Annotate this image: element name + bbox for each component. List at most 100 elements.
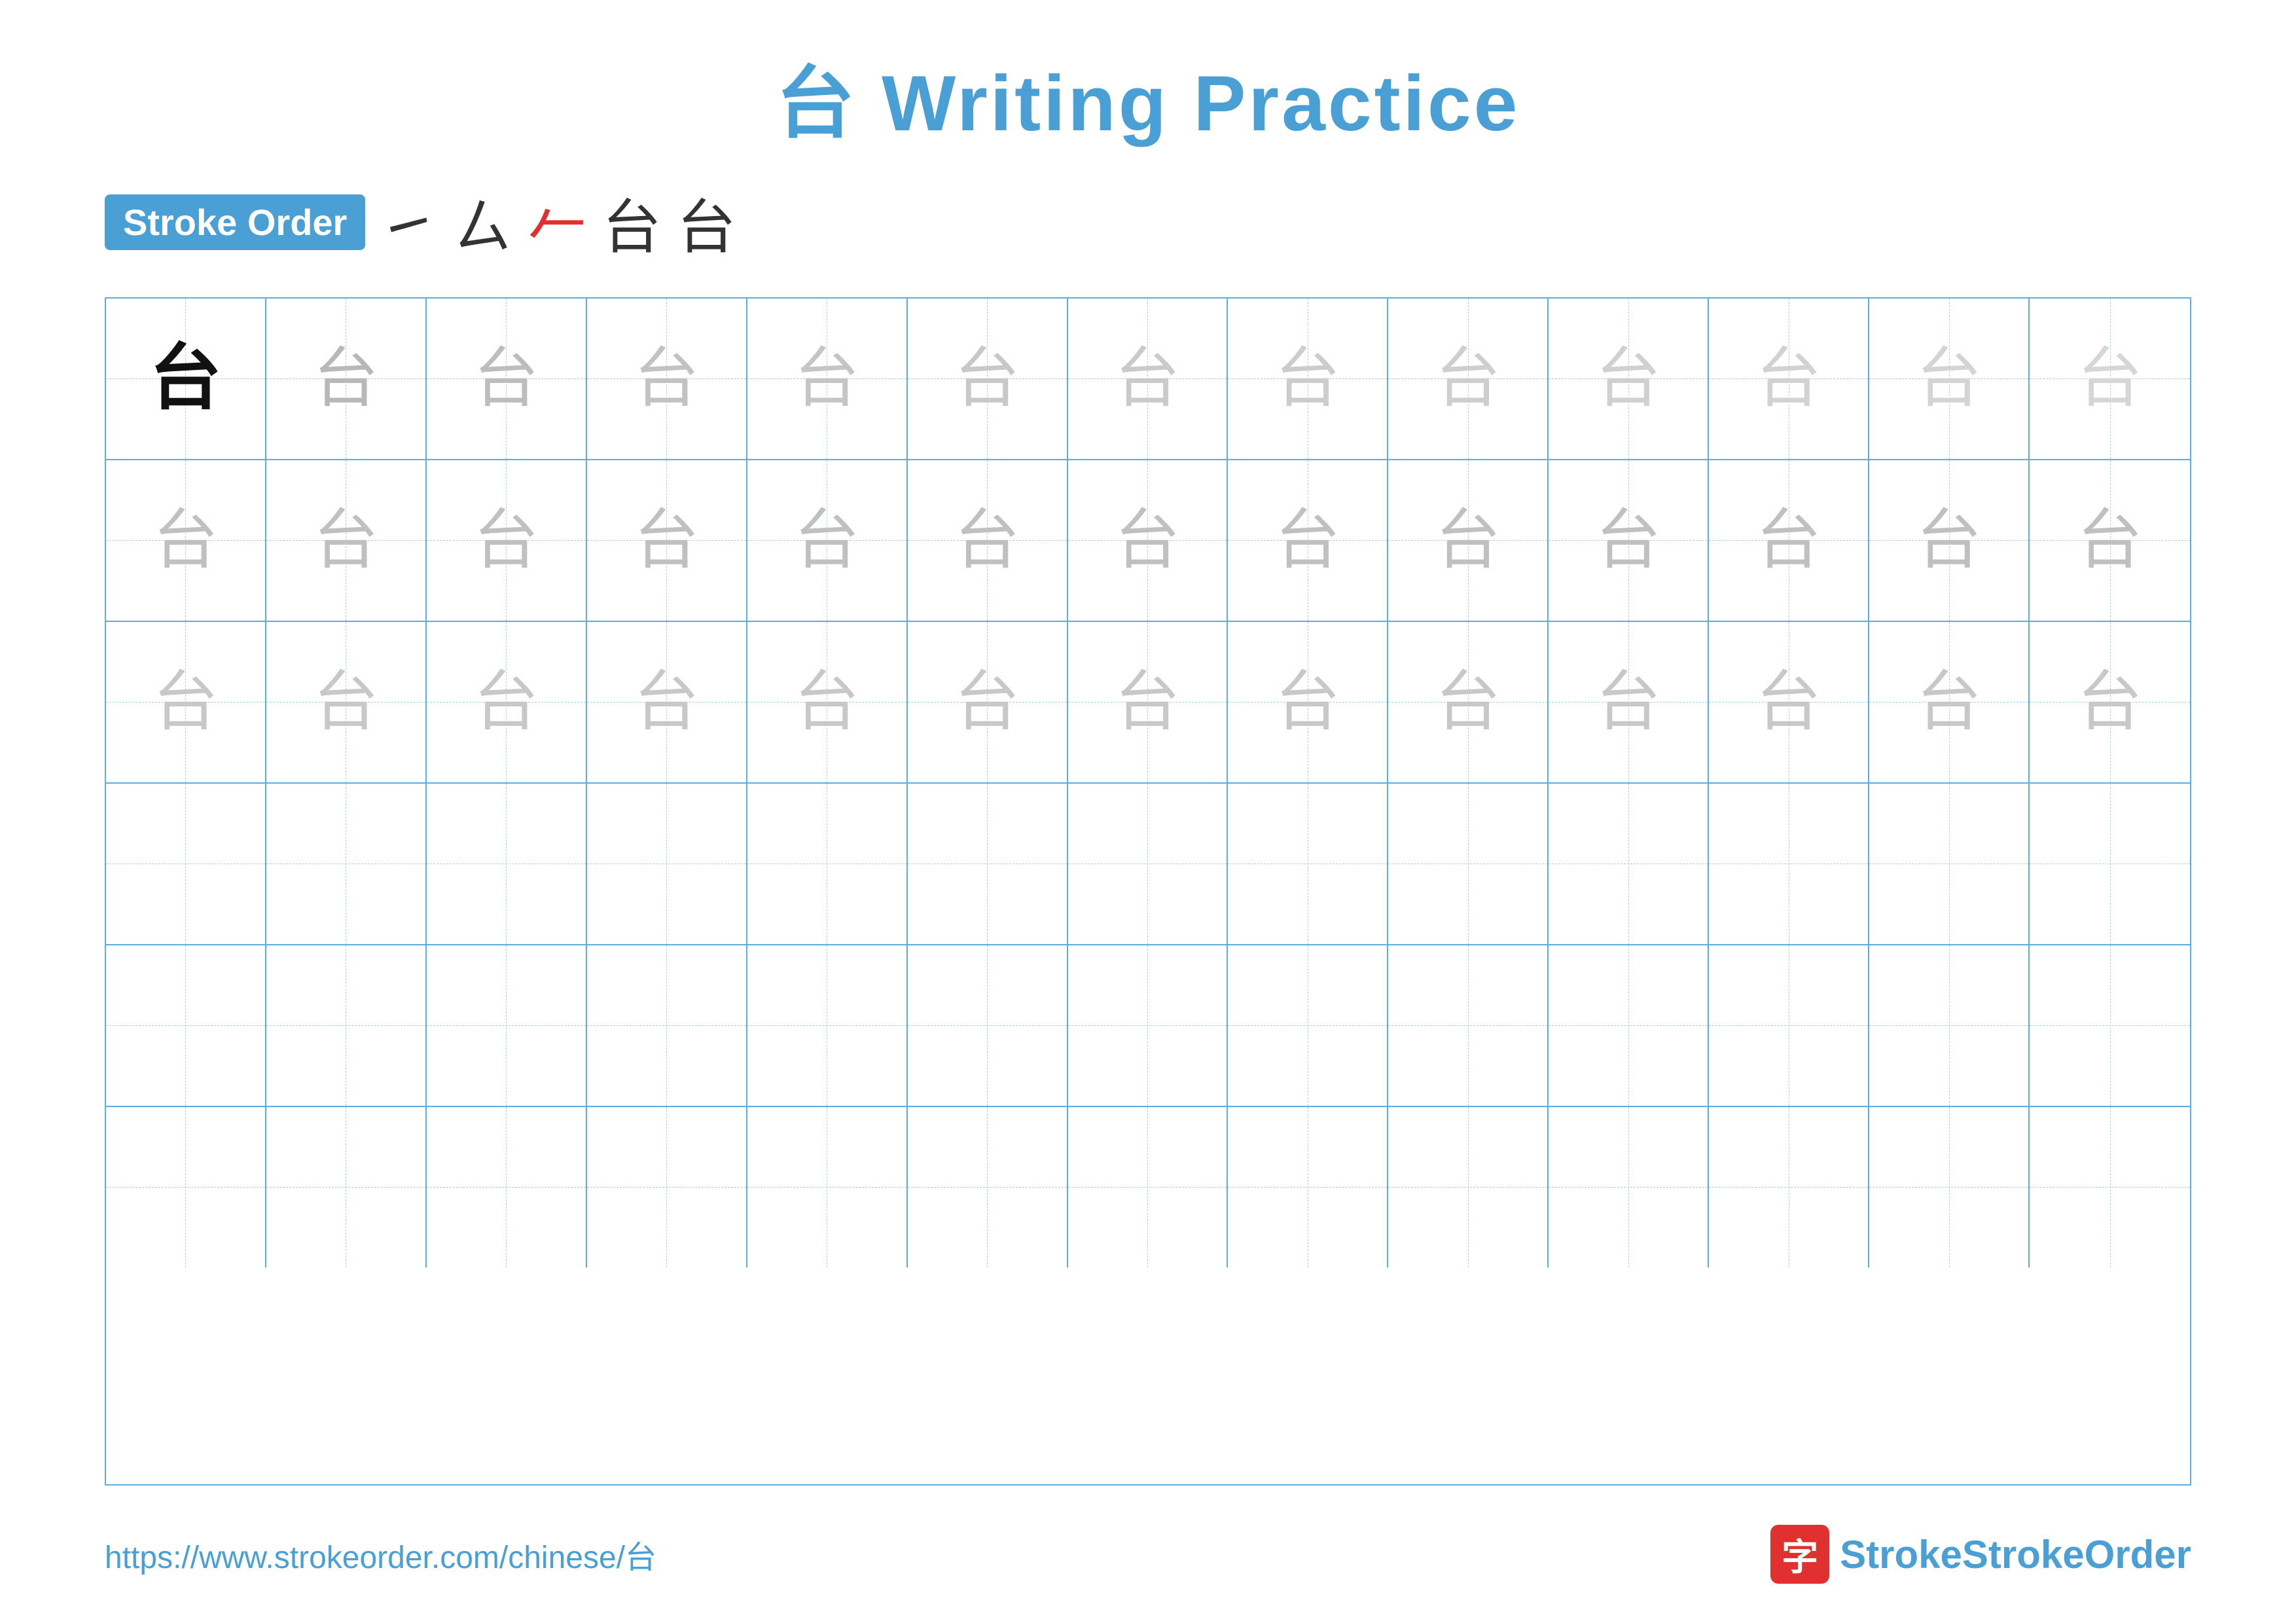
- page-title: 台 Writing Practice: [776, 39, 1520, 153]
- stroke-5: 台: [677, 179, 736, 264]
- grid-cell[interactable]: [1388, 784, 1549, 944]
- grid-cell[interactable]: 台: [747, 622, 908, 782]
- grid-cell[interactable]: [427, 784, 587, 944]
- grid-cell[interactable]: [1869, 784, 2030, 944]
- title-english: Writing Practice: [882, 60, 1520, 147]
- grid-cell[interactable]: [1228, 784, 1388, 944]
- grid-cell[interactable]: 台: [1228, 460, 1388, 621]
- grid-cell[interactable]: [908, 784, 1068, 944]
- grid-cell[interactable]: 台: [2030, 299, 2190, 459]
- grid-cell[interactable]: [427, 945, 587, 1106]
- grid-cell[interactable]: 台: [908, 299, 1068, 459]
- grid-cell[interactable]: 台: [106, 460, 266, 621]
- grid-cell[interactable]: [106, 1107, 266, 1267]
- grid-cell[interactable]: 台: [908, 460, 1068, 621]
- grid-cell[interactable]: [908, 1107, 1068, 1267]
- grid-cell[interactable]: 台: [1549, 460, 1709, 621]
- grid-cell[interactable]: [1228, 945, 1388, 1106]
- grid-cell[interactable]: [1068, 945, 1229, 1106]
- grid-cell[interactable]: 台: [1709, 299, 1869, 459]
- grid-cell[interactable]: [1709, 1107, 1869, 1267]
- grid-cell[interactable]: 台: [1228, 299, 1388, 459]
- grid-cell[interactable]: [747, 945, 908, 1106]
- grid-cell[interactable]: [266, 945, 427, 1106]
- grid-cell[interactable]: [587, 945, 747, 1106]
- grid-cell[interactable]: 台: [1549, 622, 1709, 782]
- grid-cell[interactable]: [908, 945, 1068, 1106]
- grid-cell[interactable]: 台: [2030, 460, 2190, 621]
- grid-cell[interactable]: 台: [1388, 299, 1549, 459]
- grid-cell[interactable]: 台: [1549, 299, 1709, 459]
- practice-grid: 台 台 台 台 台 台 台 台 台 台 台 台 台 台 台 台 台 台 台 台 …: [105, 297, 2191, 1486]
- grid-cell[interactable]: [747, 784, 908, 944]
- page: 台 Writing Practice Stroke Order ㇀ ㄙ 𠂉 台 …: [0, 0, 2296, 1623]
- stroke-2: ㄙ: [453, 179, 512, 264]
- grid-cell[interactable]: 台: [587, 622, 747, 782]
- grid-cell[interactable]: 台: [2030, 622, 2190, 782]
- grid-row-5: [106, 945, 2190, 1107]
- grid-cell[interactable]: [2030, 784, 2190, 944]
- grid-cell[interactable]: 台: [1388, 622, 1549, 782]
- grid-cell[interactable]: 台: [427, 622, 587, 782]
- grid-cell[interactable]: 台: [106, 622, 266, 782]
- logo-icon: 字: [1770, 1525, 1829, 1584]
- grid-cell[interactable]: 台: [1869, 460, 2030, 621]
- footer-logo: 字 StrokeStrokeOrder: [1770, 1525, 2191, 1584]
- grid-cell[interactable]: 台: [266, 622, 427, 782]
- grid-cell[interactable]: [747, 1107, 908, 1267]
- grid-cell[interactable]: [1228, 1107, 1388, 1267]
- grid-cell[interactable]: 台: [1068, 299, 1229, 459]
- footer: https://www.strokeorder.com/chinese/台 字 …: [52, 1505, 2244, 1584]
- grid-cell[interactable]: [1068, 1107, 1229, 1267]
- grid-cell[interactable]: [427, 1107, 587, 1267]
- grid-cell[interactable]: 台: [1869, 622, 2030, 782]
- grid-cell[interactable]: [2030, 1107, 2190, 1267]
- grid-cell[interactable]: 台: [106, 299, 266, 459]
- grid-cell[interactable]: 台: [908, 622, 1068, 782]
- stroke-4: 台: [602, 179, 661, 264]
- grid-cell[interactable]: 台: [1869, 299, 2030, 459]
- grid-cell[interactable]: [1068, 784, 1229, 944]
- grid-cell[interactable]: 台: [427, 460, 587, 621]
- grid-cell[interactable]: [106, 784, 266, 944]
- footer-url[interactable]: https://www.strokeorder.com/chinese/台: [105, 1531, 656, 1577]
- stroke-sequence: ㇀ ㄙ 𠂉 台 台: [378, 179, 736, 264]
- grid-cell[interactable]: 台: [1709, 622, 1869, 782]
- stroke-order-row: Stroke Order ㇀ ㄙ 𠂉 台 台: [105, 179, 736, 264]
- grid-cell[interactable]: 台: [747, 460, 908, 621]
- grid-cell[interactable]: [266, 1107, 427, 1267]
- grid-cell[interactable]: 台: [1068, 622, 1229, 782]
- grid-cell[interactable]: 台: [1388, 460, 1549, 621]
- grid-cell[interactable]: [2030, 945, 2190, 1106]
- stroke-order-badge: Stroke Order: [105, 194, 365, 250]
- grid-cell[interactable]: 台: [1709, 460, 1869, 621]
- stroke-1: ㇀: [378, 179, 437, 264]
- grid-cell[interactable]: 台: [427, 299, 587, 459]
- grid-row-1: 台 台 台 台 台 台 台 台 台 台 台 台 台: [106, 299, 2190, 460]
- grid-cell[interactable]: [1549, 945, 1709, 1106]
- grid-cell[interactable]: 台: [587, 299, 747, 459]
- grid-cell[interactable]: [266, 784, 427, 944]
- grid-cell[interactable]: [1388, 1107, 1549, 1267]
- grid-cell[interactable]: 台: [747, 299, 908, 459]
- grid-cell[interactable]: [587, 1107, 747, 1267]
- grid-cell[interactable]: [1388, 945, 1549, 1106]
- grid-cell[interactable]: [587, 784, 747, 944]
- grid-cell[interactable]: 台: [266, 460, 427, 621]
- grid-cell[interactable]: 台: [266, 299, 427, 459]
- grid-row-4: [106, 784, 2190, 945]
- grid-row-2: 台 台 台 台 台 台 台 台 台 台 台 台 台: [106, 460, 2190, 622]
- grid-row-3: 台 台 台 台 台 台 台 台 台 台 台 台 台: [106, 622, 2190, 784]
- title-chinese: 台: [776, 60, 857, 147]
- grid-cell[interactable]: [1549, 784, 1709, 944]
- grid-cell[interactable]: [1709, 945, 1869, 1106]
- grid-cell[interactable]: [1869, 1107, 2030, 1267]
- grid-cell[interactable]: 台: [587, 460, 747, 621]
- grid-row-6: [106, 1107, 2190, 1267]
- grid-cell[interactable]: 台: [1068, 460, 1229, 621]
- grid-cell[interactable]: [1869, 945, 2030, 1106]
- grid-cell[interactable]: [1549, 1107, 1709, 1267]
- grid-cell[interactable]: 台: [1228, 622, 1388, 782]
- grid-cell[interactable]: [1709, 784, 1869, 944]
- grid-cell[interactable]: [106, 945, 266, 1106]
